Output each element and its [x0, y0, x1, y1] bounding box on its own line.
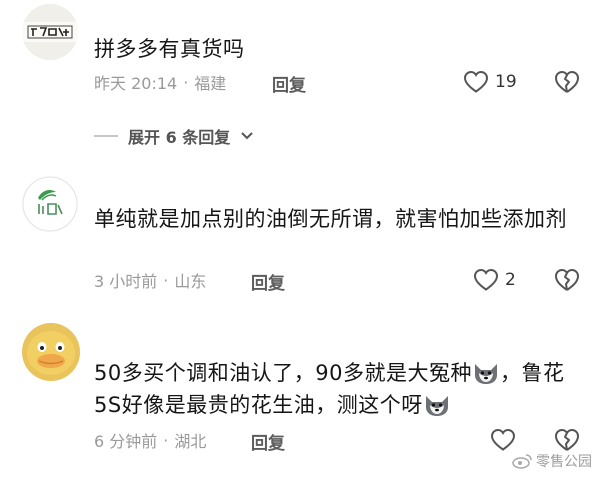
- comment-text-part: 50多买个调和油认了，90多就是大冤种: [94, 361, 472, 385]
- weibo-icon: [512, 454, 532, 469]
- reply-button[interactable]: 回复: [251, 429, 285, 454]
- husky-emoji-icon: [423, 393, 451, 417]
- meta-separator: ·: [163, 270, 169, 290]
- watermark-text: 零售公园: [536, 454, 592, 470]
- like-button[interactable]: 19: [463, 67, 517, 97]
- dislike-button[interactable]: [554, 69, 580, 95]
- chevron-down-icon: [241, 132, 253, 140]
- green-logo-avatar-icon: [22, 176, 78, 232]
- comment-time: 6 分钟前: [94, 432, 158, 451]
- heart-icon: [463, 70, 489, 93]
- comment-location: 山东: [174, 272, 207, 291]
- expand-replies[interactable]: 展开 6 条回复: [94, 124, 254, 148]
- shop-sign-avatar-icon: [22, 4, 78, 60]
- comment-text: 拼多多有真货吗: [94, 37, 245, 61]
- broken-heart-icon: [555, 429, 579, 451]
- broken-heart-icon: [555, 71, 579, 93]
- like-count: 19: [495, 72, 517, 92]
- meta-separator: ·: [163, 430, 169, 450]
- like-count: 2: [505, 270, 516, 290]
- avatar[interactable]: [22, 323, 80, 381]
- dislike-button[interactable]: [554, 267, 580, 293]
- comment-time: 昨天 20:14: [94, 74, 178, 93]
- duck-avatar-icon: [22, 323, 80, 381]
- dislike-button[interactable]: [554, 427, 580, 453]
- comment-time: 3 小时前: [94, 272, 158, 291]
- comment-meta: 6 分钟前 · 湖北: [94, 428, 206, 452]
- watermark: 零售公园: [512, 451, 592, 471]
- reply-button[interactable]: 回复: [251, 269, 285, 294]
- broken-heart-icon: [555, 269, 579, 291]
- reply-button[interactable]: 回复: [272, 71, 306, 96]
- husky-emoji-icon: [472, 361, 500, 385]
- like-button[interactable]: 2: [473, 265, 516, 295]
- comment-meta: 3 小时前 · 山东: [94, 268, 206, 292]
- avatar[interactable]: [22, 176, 78, 232]
- comment-meta: 昨天 20:14 · 福建: [94, 70, 226, 94]
- heart-icon: [473, 268, 499, 291]
- comment-location: 湖北: [174, 432, 207, 451]
- expand-label: 展开 6 条回复: [128, 128, 231, 147]
- comment-text: 单纯就是加点别的油倒无所谓，就害怕加些添加剂: [94, 207, 567, 231]
- comment-location: 福建: [194, 74, 227, 93]
- avatar[interactable]: [22, 4, 78, 60]
- divider-line: [94, 135, 118, 137]
- heart-icon: [490, 428, 516, 451]
- meta-separator: ·: [183, 72, 189, 92]
- comment-text: 50多买个调和油认了，90多就是大冤种 ，鲁花5S好像是最贵的花生油，测这个呀: [94, 357, 584, 421]
